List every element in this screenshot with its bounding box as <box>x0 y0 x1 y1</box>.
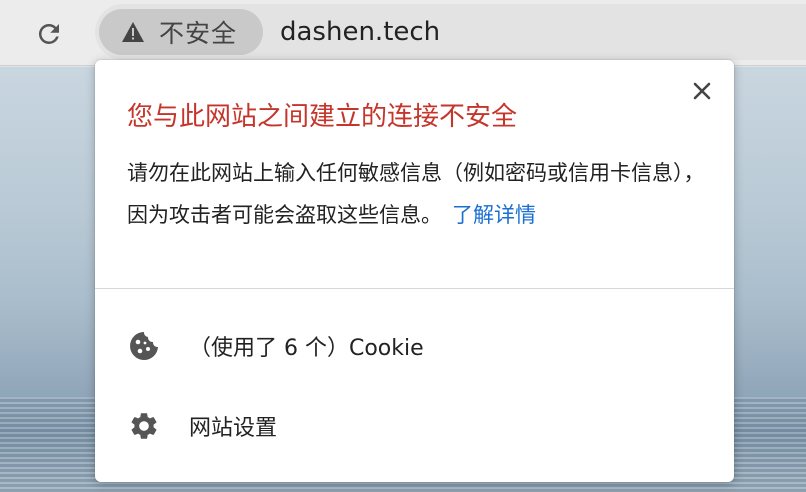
cookies-row[interactable]: （使用了 6 个）Cookie <box>95 316 734 376</box>
popup-description: 请勿在此网站上输入任何敏感信息（例如密码或信用卡信息），因为攻击者可能会盗取这些… <box>127 152 717 236</box>
reload-button[interactable] <box>32 17 66 51</box>
browser-toolbar: 不安全 dashen.tech <box>0 0 806 66</box>
security-chip-label: 不安全 <box>159 19 238 48</box>
close-icon <box>693 82 711 100</box>
description-text: 请勿在此网站上输入任何敏感信息（例如密码或信用卡信息），因为攻击者可能会盗取这些… <box>127 161 705 227</box>
cookie-icon <box>127 329 161 363</box>
reload-icon <box>38 23 59 44</box>
site-info-popup: 您与此网站之间建立的连接不安全 请勿在此网站上输入任何敏感信息（例如密码或信用卡… <box>95 60 734 482</box>
popup-title: 您与此网站之间建立的连接不安全 <box>127 102 518 132</box>
learn-more-link[interactable]: 了解详情 <box>452 203 536 227</box>
warning-icon <box>122 22 144 42</box>
omnibox[interactable]: 不安全 dashen.tech <box>95 4 806 60</box>
site-settings-label: 网站设置 <box>189 416 278 441</box>
divider <box>95 288 734 289</box>
close-button[interactable] <box>685 74 719 108</box>
gear-icon <box>127 409 161 443</box>
security-chip[interactable]: 不安全 <box>99 9 263 55</box>
site-settings-row[interactable]: 网站设置 <box>95 396 734 456</box>
url-text[interactable]: dashen.tech <box>280 17 440 47</box>
cookies-label: （使用了 6 个）Cookie <box>189 336 424 361</box>
